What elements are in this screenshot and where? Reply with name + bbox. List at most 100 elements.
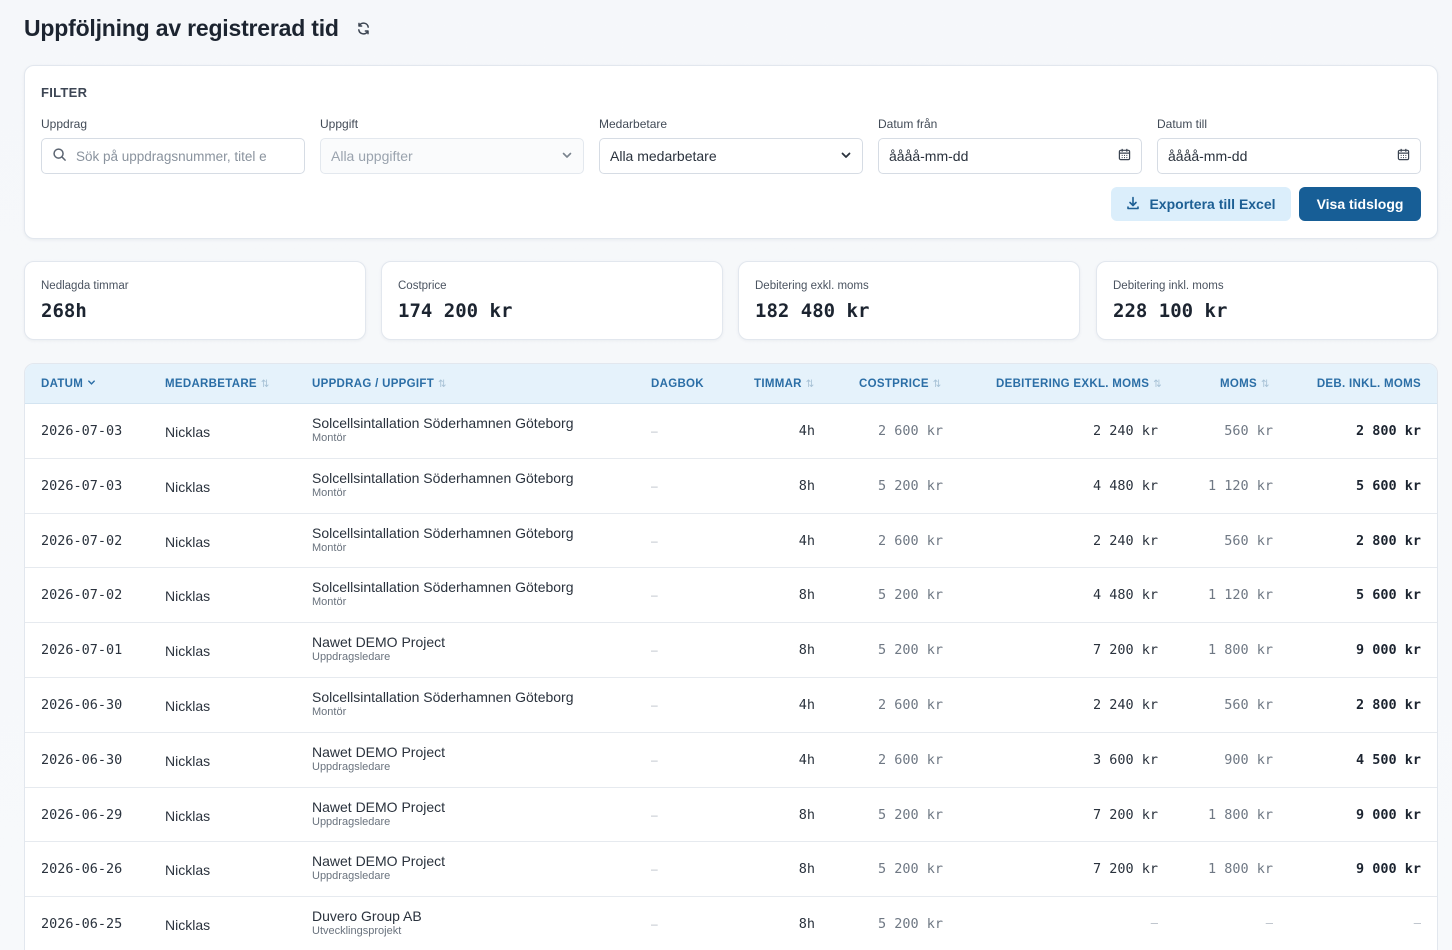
filter-actions: Exportera till Excel Visa tidslogg xyxy=(1111,187,1421,221)
cell-uppdrag: Duvero Group AB Utvecklingsprojekt xyxy=(312,908,422,937)
uppdrag-title: Solcellsintallation Söderhamnen Göteborg xyxy=(312,469,574,486)
cell-uppdrag: Nawet DEMO Project Uppdragsledare xyxy=(312,853,445,882)
stat-label: Nedlagda timmar xyxy=(41,280,129,292)
uppgift-subtitle: Uppdragsledare xyxy=(312,870,391,883)
cell-medarbetare: Nicklas xyxy=(165,807,211,824)
col-timmar[interactable]: TIMMAR ⇅ xyxy=(754,378,814,390)
cell-timmar: 8h xyxy=(798,806,815,823)
cell-datum: 2026-07-03 xyxy=(41,477,123,494)
cell-debitering-exkl: 2 240 kr xyxy=(1092,532,1158,549)
stat-value: 228 100 kr xyxy=(1113,300,1228,322)
sort-icon: ⇅ xyxy=(1260,378,1270,390)
cell-uppdrag: Solcellsintallation Söderhamnen Göteborg… xyxy=(312,579,574,608)
uppgift-select[interactable]: Alla uppgifter xyxy=(320,138,584,174)
export-excel-label: Exportera till Excel xyxy=(1149,196,1276,212)
col-datum[interactable]: DATUM xyxy=(41,378,96,390)
stat-label: Debitering exkl. moms xyxy=(755,280,869,292)
table-row[interactable]: 2026-06-29 Nicklas Nawet DEMO Project Up… xyxy=(25,788,1437,843)
uppdrag-title: Nawet DEMO Project xyxy=(312,853,446,870)
cell-dagbok: – xyxy=(651,752,658,767)
table-row[interactable]: 2026-06-26 Nicklas Nawet DEMO Project Up… xyxy=(25,842,1437,898)
chevron-down-icon xyxy=(87,378,96,390)
table-row[interactable]: 2026-07-03 Nicklas Solcellsintallation S… xyxy=(25,404,1437,459)
col-costprice[interactable]: COSTPRICE ⇅ xyxy=(859,378,941,390)
col-medarbetare[interactable]: MEDARBETARE ⇅ xyxy=(165,378,270,390)
sort-icon: ⇅ xyxy=(1153,378,1162,390)
sort-icon: ⇅ xyxy=(932,378,942,390)
export-excel-button[interactable]: Exportera till Excel xyxy=(1111,187,1291,221)
cell-deb-inkl: 2 800 kr xyxy=(1355,532,1421,549)
cell-moms: 1 800 kr xyxy=(1207,642,1273,659)
cell-debitering-exkl: – xyxy=(1150,916,1158,931)
table-row[interactable]: 2026-07-03 Nicklas Solcellsintallation S… xyxy=(25,459,1437,514)
medarbetare-field: Medarbetare Alla medarbetare xyxy=(599,117,863,174)
table-row[interactable]: 2026-07-01 Nicklas Nawet DEMO Project Up… xyxy=(25,623,1437,678)
cell-costprice: 5 200 kr xyxy=(877,916,943,933)
table-row[interactable]: 2026-06-30 Nicklas Solcellsintallation S… xyxy=(25,678,1437,733)
calendar-icon[interactable] xyxy=(1397,148,1410,164)
uppdrag-title: Solcellsintallation Söderhamnen Göteborg xyxy=(312,579,574,596)
uppgift-subtitle: Montör xyxy=(312,596,347,609)
stat-value: 174 200 kr xyxy=(398,300,513,322)
table-row[interactable]: 2026-07-02 Nicklas Solcellsintallation S… xyxy=(25,514,1437,569)
cell-deb-inkl: 5 600 kr xyxy=(1355,587,1421,604)
cell-costprice: 5 200 kr xyxy=(877,642,943,659)
download-icon xyxy=(1126,196,1140,213)
cell-datum: 2026-06-29 xyxy=(41,806,123,823)
cell-debitering-exkl: 7 200 kr xyxy=(1092,642,1158,659)
medarbetare-label: Medarbetare xyxy=(599,117,668,131)
uppdrag-title: Nawet DEMO Project xyxy=(312,634,446,651)
cell-deb-inkl: 9 000 kr xyxy=(1355,806,1421,823)
cell-timmar: 8h xyxy=(798,477,815,494)
stat-value: 182 480 kr xyxy=(755,300,870,322)
uppdrag-title: Solcellsintallation Söderhamnen Göteborg xyxy=(312,524,574,541)
chevron-down-icon xyxy=(561,148,573,164)
uppdrag-title: Nawet DEMO Project xyxy=(312,743,446,760)
cell-costprice: 5 200 kr xyxy=(877,806,943,823)
cell-costprice: 5 200 kr xyxy=(877,477,943,494)
refresh-icon[interactable] xyxy=(355,19,373,37)
table-row[interactable]: 2026-06-30 Nicklas Nawet DEMO Project Up… xyxy=(25,733,1437,788)
uppgift-value: Alla uppgifter xyxy=(331,148,413,164)
uppdrag-search-input[interactable]: Sök på uppdragsnummer, titel e xyxy=(41,138,305,174)
cell-medarbetare: Nicklas xyxy=(165,643,211,660)
uppgift-subtitle: Uppdragsledare xyxy=(312,651,391,664)
stat-card-billing-excl: Debitering exkl. moms 182 480 kr xyxy=(738,261,1080,340)
cell-uppdrag: Nawet DEMO Project Uppdragsledare xyxy=(312,799,445,828)
cell-costprice: 2 600 kr xyxy=(877,696,943,713)
calendar-icon[interactable] xyxy=(1118,148,1131,164)
cell-dagbok: – xyxy=(651,588,658,603)
uppgift-subtitle: Montör xyxy=(312,432,347,444)
cell-dagbok: – xyxy=(651,807,658,822)
cell-datum: 2026-06-26 xyxy=(41,861,123,878)
cell-costprice: 5 200 kr xyxy=(877,587,943,604)
cell-dagbok: – xyxy=(651,478,658,493)
col-dagbok: DAGBOK xyxy=(651,378,704,390)
col-uppdrag[interactable]: UPPDRAG / UPPGIFT ⇅ xyxy=(312,378,447,390)
datum-fran-input[interactable]: åååå-mm-dd xyxy=(878,138,1142,174)
datum-till-input[interactable]: åååå-mm-dd xyxy=(1157,138,1421,174)
page-header: Uppföljning av registrerad tid xyxy=(24,12,373,44)
cell-moms: 1 800 kr xyxy=(1207,861,1273,878)
table-row[interactable]: 2026-06-25 Nicklas Duvero Group AB Utvec… xyxy=(25,897,1437,950)
cell-dagbok: – xyxy=(651,862,658,877)
datum-fran-label: Datum från xyxy=(878,117,938,131)
medarbetare-select[interactable]: Alla medarbetare xyxy=(599,138,863,174)
uppdrag-field: Uppdrag Sök på uppdragsnummer, titel e xyxy=(41,117,305,174)
cell-costprice: 5 200 kr xyxy=(877,861,943,878)
cell-costprice: 2 600 kr xyxy=(877,751,943,768)
show-timelog-button[interactable]: Visa tidslogg xyxy=(1299,187,1421,221)
datum-till-value: åååå-mm-dd xyxy=(1168,148,1248,164)
cell-deb-inkl: 2 800 kr xyxy=(1355,423,1421,439)
stat-label: Debitering inkl. moms xyxy=(1113,280,1224,292)
uppgift-field: Uppgift Alla uppgifter xyxy=(320,117,584,174)
datum-till-field: Datum till åååå-mm-dd xyxy=(1157,117,1421,174)
chevron-down-icon xyxy=(840,148,852,164)
col-debitering-exkl[interactable]: DEBITERING EXKL. MOMS ⇅ xyxy=(996,378,1162,390)
cell-uppdrag: Solcellsintallation Söderhamnen Göteborg… xyxy=(312,689,574,718)
table-row[interactable]: 2026-07-02 Nicklas Solcellsintallation S… xyxy=(25,568,1437,624)
sort-icon: ⇅ xyxy=(260,378,270,390)
col-moms[interactable]: MOMS ⇅ xyxy=(1220,378,1270,390)
stat-card-billing-incl: Debitering inkl. moms 228 100 kr xyxy=(1096,261,1438,340)
sort-icon: ⇅ xyxy=(438,378,447,390)
